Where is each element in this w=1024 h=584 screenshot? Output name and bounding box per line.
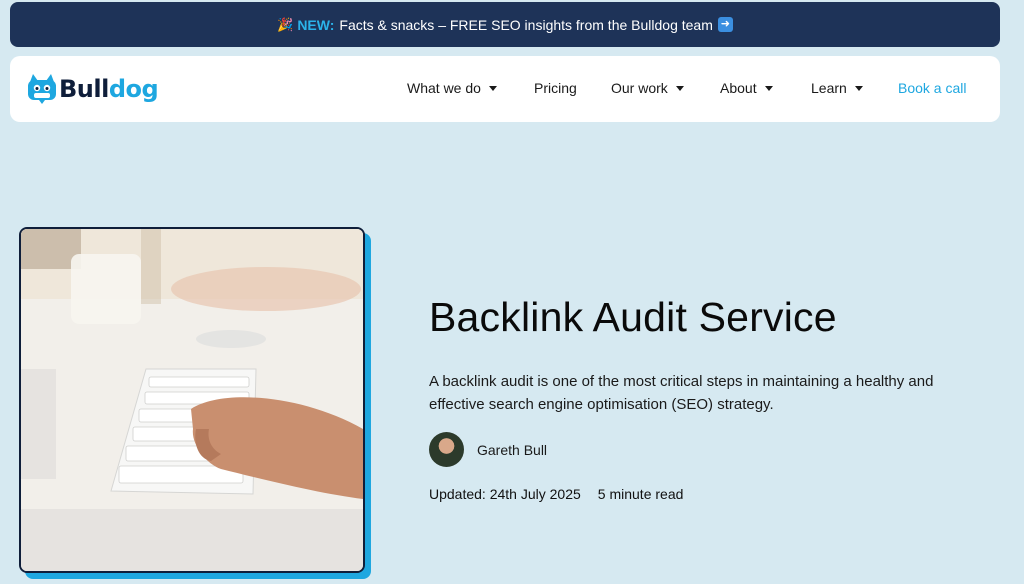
logo-wordmark: Bulldog <box>59 75 159 103</box>
nav-item-label: Pricing <box>534 80 577 96</box>
nav-item-label: About <box>720 80 757 96</box>
author-avatar <box>429 432 464 467</box>
announcement-new-label: NEW: <box>297 16 335 33</box>
article-description: A backlink audit is one of the most crit… <box>429 373 934 413</box>
party-popper-icon: 🎉 <box>277 16 294 32</box>
bulldog-logo[interactable]: Bulldog <box>27 71 159 107</box>
caret-down-icon <box>488 85 497 91</box>
book-a-call-link[interactable]: Book a call <box>898 80 966 96</box>
bulldog-logo-icon <box>28 74 56 104</box>
nav-item-learn[interactable]: Learn <box>811 80 863 96</box>
nav-item-label: What we do <box>407 80 481 96</box>
right-arrow-icon[interactable]: ➜ <box>717 17 733 32</box>
keyboard-photo-illustration <box>21 229 363 571</box>
caret-down-icon <box>675 85 684 91</box>
updated-date: Updated: 24th July 2025 <box>429 486 581 502</box>
announcement-text[interactable]: Facts & snacks – FREE SEO insights from … <box>339 17 712 33</box>
caret-down-icon <box>764 85 773 91</box>
article-meta: Updated: 24th July 2025 5 minute read <box>429 486 683 502</box>
author-name[interactable]: Gareth Bull <box>477 442 547 458</box>
nav-item-our-work[interactable]: Our work <box>611 80 684 96</box>
page-title: Backlink Audit Service <box>429 294 837 340</box>
nav-item-label: Our work <box>611 80 668 96</box>
nav-item-pricing[interactable]: Pricing <box>534 80 577 96</box>
nav-item-about[interactable]: About <box>720 80 773 96</box>
main-nav: Bulldog What we do Pricing Our work Abou… <box>10 56 1000 122</box>
caret-down-icon <box>854 85 863 91</box>
hero-image <box>19 227 365 573</box>
read-time: 5 minute read <box>597 486 684 502</box>
nav-item-what-we-do[interactable]: What we do <box>407 80 497 96</box>
announcement-bar[interactable]: 🎉 NEW: Facts & snacks – FREE SEO insight… <box>10 2 1000 47</box>
author-block[interactable]: Gareth Bull <box>429 432 547 467</box>
nav-item-label: Learn <box>811 80 847 96</box>
